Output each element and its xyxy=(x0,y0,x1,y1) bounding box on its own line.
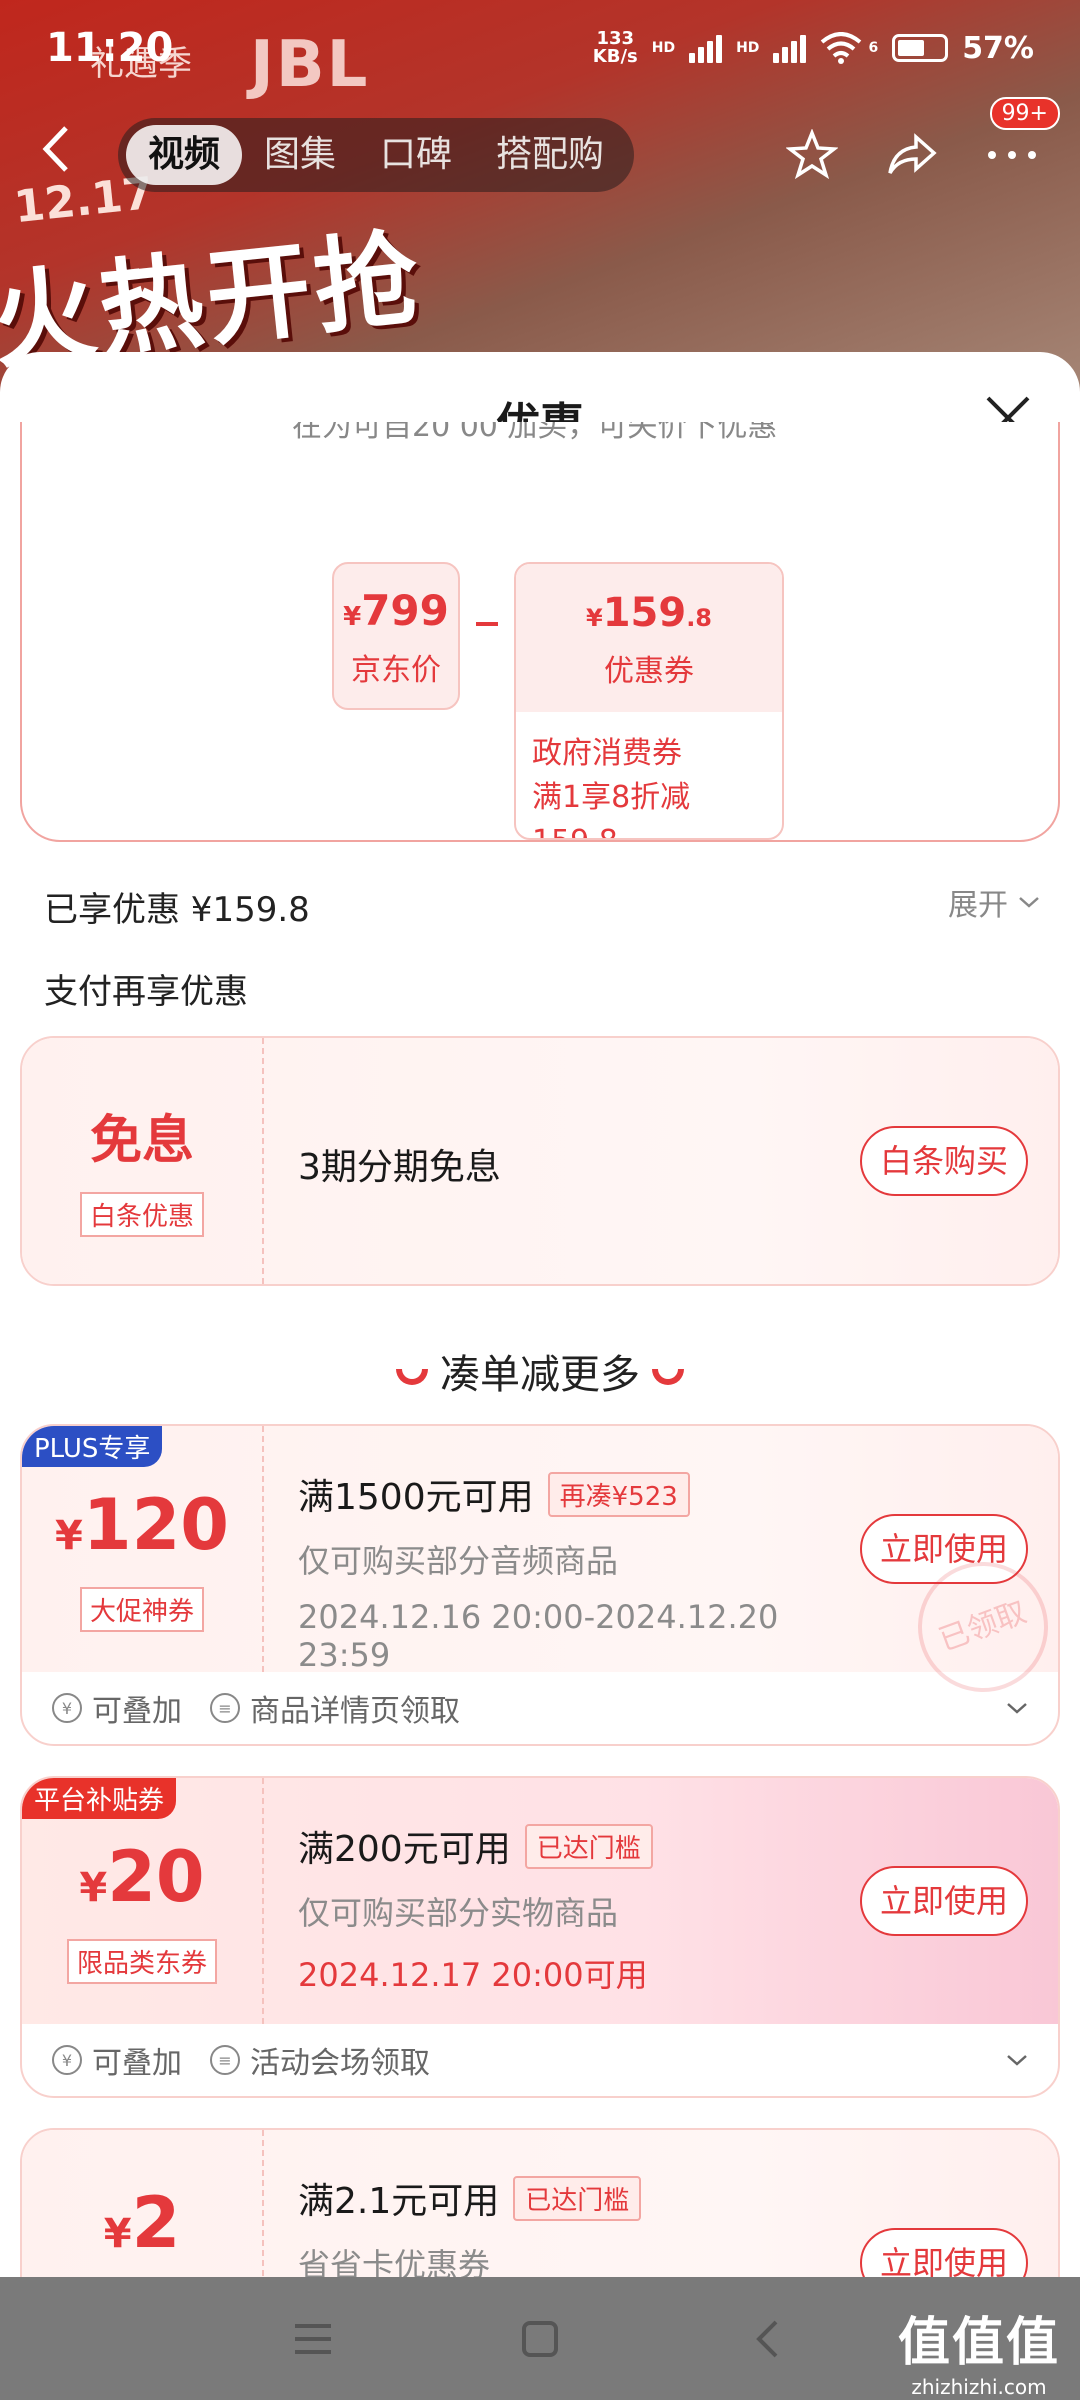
source-label: 商品详情页领取 xyxy=(250,1694,460,1729)
coupon-chip: 再凑¥523 xyxy=(547,1471,690,1517)
stack-icon: ¥ xyxy=(52,2045,82,2075)
coupon-threshold: 满200元可用 xyxy=(298,1829,511,1870)
plus-ribbon: PLUS专享 xyxy=(22,1426,163,1467)
sim2-hd-label: HD xyxy=(736,40,760,56)
baitiao-buy-button[interactable]: 白条购买 xyxy=(860,1126,1028,1196)
use-coupon-button[interactable]: 立即使用 xyxy=(860,2228,1028,2277)
tab-video[interactable]: 视频 xyxy=(126,125,243,185)
sim1-hd-label: HD xyxy=(651,40,676,56)
smile-icon xyxy=(652,1369,684,1385)
coupon-validity: 2024.12.17 20:00可用 xyxy=(298,1956,648,1994)
coupon-tag: 限品类东券 xyxy=(66,1939,217,1984)
baitiao-big-text: 免息 xyxy=(89,1111,194,1171)
more-icon[interactable] xyxy=(984,127,1040,183)
coupon-tag: 大促神券 xyxy=(79,1587,204,1632)
jd-price-label: 京东价 xyxy=(351,653,441,688)
tab-reviews[interactable]: 口碑 xyxy=(358,125,474,185)
battery-percent: 57% xyxy=(962,30,1034,66)
coupon-amount: 2 xyxy=(131,2182,181,2264)
signal-icon-2 xyxy=(773,33,807,63)
chevron-down-icon[interactable] xyxy=(1006,1701,1028,1715)
coupon-threshold: 满2.1元可用 xyxy=(298,2181,500,2222)
back-nav-icon[interactable] xyxy=(742,2314,792,2364)
coupon-card-savings: ¥2 满2.1元可用 已达门槛 省省卡优惠券 立即使用 xyxy=(20,2128,1060,2277)
coupon-amount: 159 xyxy=(602,590,687,636)
stackable-label: 可叠加 xyxy=(92,1694,182,1729)
menu-icon[interactable] xyxy=(288,2314,338,2364)
chevron-down-icon xyxy=(1019,897,1039,908)
baitiao-desc: 3期分期免息 xyxy=(298,1147,501,1188)
status-icons: 133 KB/s HD HD 6 57% xyxy=(593,30,1034,66)
signal-icon xyxy=(689,33,723,63)
applied-coupon-box: ¥159.8 优惠券 政府消费券 满1享8折减159.8 xyxy=(514,562,784,840)
home-icon[interactable] xyxy=(515,2314,565,2364)
baitiao-tag: 白条优惠 xyxy=(79,1192,204,1237)
jd-price-box: ¥799 京东价 xyxy=(332,562,460,710)
network-speed: 133 KB/s xyxy=(592,28,638,67)
subsidy-ribbon: 平台补贴券 xyxy=(22,1778,177,1819)
ticket-icon: ≡ xyxy=(210,2045,240,2075)
coupon-card-plus: ¥120 大促神券 PLUS专享 满1500元可用 再凑¥523 仅可购买部分音频… xyxy=(20,1424,1060,1746)
back-icon[interactable] xyxy=(40,123,92,188)
coupon-rule: 满1享8折减159.8 xyxy=(532,780,691,838)
stackable-label: 可叠加 xyxy=(92,2046,182,2081)
discount-sheet: 优惠 在为可自20 00 加买，可失价下优惠 ¥799 京东价 ¥159.8 优… xyxy=(0,352,1080,2277)
coupon-type: 政府消费券 xyxy=(532,736,682,771)
price-calculation-card: 在为可自20 00 加买，可失价下优惠 ¥799 京东价 ¥159.8 优惠券 … xyxy=(20,422,1060,842)
coupon-threshold: 满1500元可用 xyxy=(298,1477,534,1518)
coupon-scope: 仅可购买部分实物商品 xyxy=(298,1894,619,1932)
expand-button[interactable]: 展开 xyxy=(948,880,1040,924)
tab-bundle[interactable]: 搭配购 xyxy=(474,125,626,185)
use-coupon-button[interactable]: 立即使用 xyxy=(860,1866,1028,1936)
wifi-6-label: 6 xyxy=(868,40,879,56)
section-title: 凑单减更多 xyxy=(0,1342,1080,1400)
message-badge: 99+ xyxy=(989,97,1060,130)
jd-price-value: 799 xyxy=(361,586,449,635)
smile-icon xyxy=(396,1369,428,1385)
expand-label: 展开 xyxy=(948,888,1008,923)
coupon-chip: 已达门槛 xyxy=(524,1823,653,1869)
favorite-star-icon[interactable] xyxy=(784,127,840,183)
battery-icon xyxy=(892,34,949,62)
coupon-card-subsidy: ¥20 限品类东券 平台补贴券 满200元可用 已达门槛 仅可购买部分实物商品 2… xyxy=(20,1776,1060,2098)
site-watermark: 值值值 zhizhizhi.com xyxy=(897,2313,1060,2399)
truncated-text: 在为可自20 00 加买，可失价下优惠 xyxy=(292,422,778,444)
coupon-scope: 省省卡优惠券 xyxy=(298,2246,491,2277)
baitiao-card: 免息 白条优惠 3期分期免息 白条购买 xyxy=(20,1036,1060,1286)
chevron-down-icon[interactable] xyxy=(1006,2053,1028,2067)
wifi-icon xyxy=(821,32,862,64)
nav-tab-group: 视频 图集 口碑 搭配购 xyxy=(118,118,635,192)
status-time: 11:20 xyxy=(46,25,174,71)
nav-actions: 99+ xyxy=(784,97,1060,183)
coupon-amount: 120 xyxy=(82,1484,229,1566)
coupon-scope: 仅可购买部分音频商品 xyxy=(298,1542,619,1580)
product-nav-bar: 视频 图集 口碑 搭配购 99+ xyxy=(0,97,1080,200)
coupon-amount: 20 xyxy=(107,1836,205,1918)
coupon-label: 优惠券 xyxy=(604,654,694,689)
enjoyed-discount-text: 已享优惠 ¥159.8 xyxy=(44,890,310,930)
status-bar: 11:20 133 KB/s HD HD 6 57% xyxy=(0,0,1080,96)
stack-icon: ¥ xyxy=(52,1693,82,1723)
ticket-icon: ≡ xyxy=(210,1693,240,1723)
pay-more-heading: 支付再享优惠 xyxy=(44,972,248,1012)
minus-sign xyxy=(476,622,498,626)
tab-gallery[interactable]: 图集 xyxy=(242,125,358,185)
coupon-chip: 已达门槛 xyxy=(513,2175,642,2221)
share-icon[interactable] xyxy=(884,127,940,183)
source-label: 活动会场领取 xyxy=(250,2046,430,2081)
coupon-validity: 2024.12.16 20:00-2024.12.20 23:59 xyxy=(298,1598,779,1674)
